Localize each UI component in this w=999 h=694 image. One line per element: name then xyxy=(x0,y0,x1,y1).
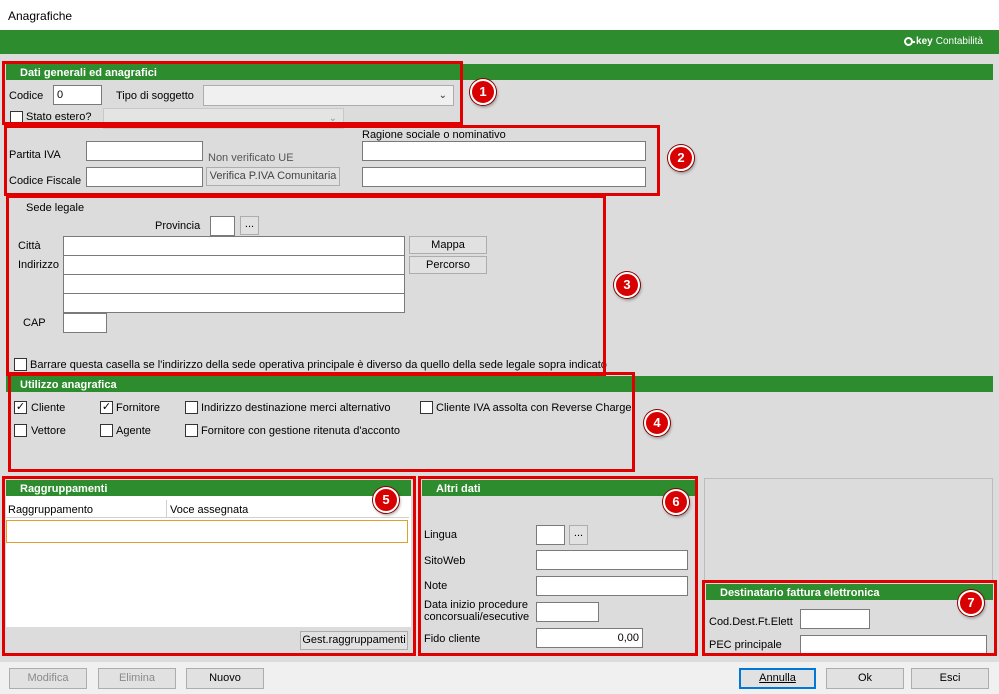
highlight-box-2 xyxy=(4,125,660,196)
badge-1: 1 xyxy=(470,79,496,105)
badge-6: 6 xyxy=(663,489,689,515)
empty-panel xyxy=(704,478,993,582)
highlight-box-3 xyxy=(6,195,606,376)
badge-7: 7 xyxy=(958,590,984,616)
elimina-button[interactable]: Elimina xyxy=(98,668,176,689)
esci-button[interactable]: Esci xyxy=(911,668,989,689)
ok-button[interactable]: Ok xyxy=(826,668,904,689)
brand-bar: key Contabilità xyxy=(0,30,999,54)
badge-2: 2 xyxy=(668,145,694,171)
highlight-box-7 xyxy=(702,580,997,656)
title-bar: Anagrafiche xyxy=(0,0,999,30)
highlight-box-4 xyxy=(8,372,635,472)
annulla-button[interactable]: Annulla xyxy=(739,668,816,689)
badge-3: 3 xyxy=(614,272,640,298)
nuovo-button[interactable]: Nuovo xyxy=(186,668,264,689)
brand-prefix: key xyxy=(916,36,933,47)
modifica-button[interactable]: Modifica xyxy=(9,668,87,689)
highlight-box-6 xyxy=(418,476,698,656)
window-title: Anagrafiche xyxy=(8,9,73,23)
badge-5: 5 xyxy=(373,487,399,513)
key-icon xyxy=(904,37,916,46)
badge-4: 4 xyxy=(644,410,670,436)
highlight-box-1 xyxy=(2,61,463,125)
highlight-box-5 xyxy=(2,476,416,656)
brand-logo: key Contabilità xyxy=(904,36,983,47)
brand-name: Contabilità xyxy=(935,36,983,47)
